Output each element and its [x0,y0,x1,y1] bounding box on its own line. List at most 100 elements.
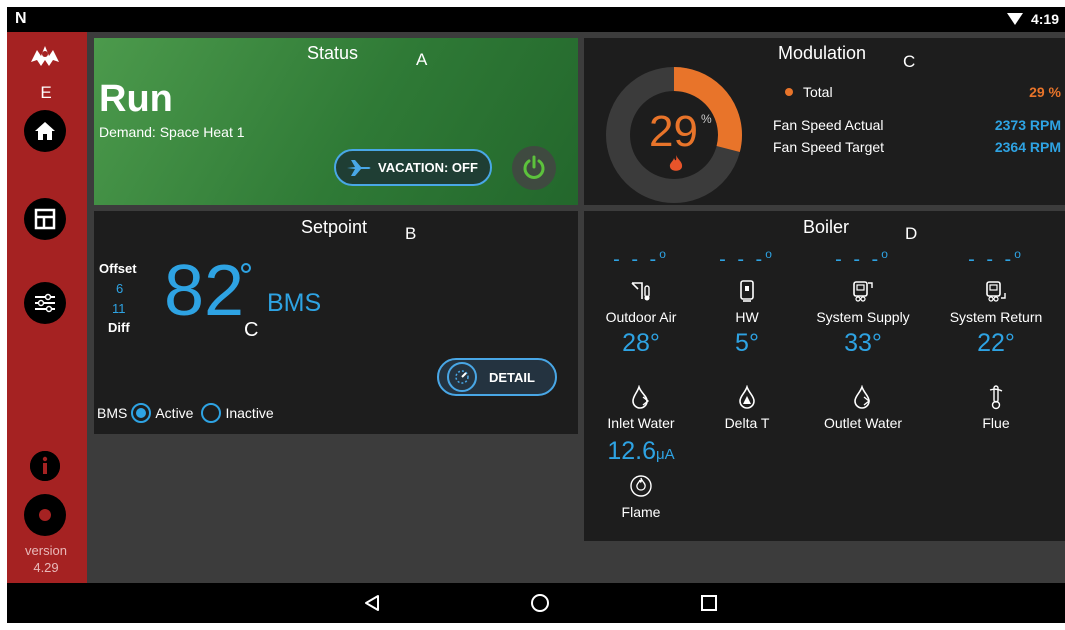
hw-label: HW [735,309,759,325]
dashboard-icon [34,208,56,230]
delta-t-sensor[interactable]: Delta T [687,377,807,431]
flame-sensor[interactable]: 12.6μA Flame [581,437,701,520]
demand-text: Demand: Space Heat 1 [99,124,245,140]
bms-inactive-label: Inactive [225,405,274,421]
boiler-panel: Boiler D - - -o Outdoor Air 28° - - -o H… [584,211,1065,541]
bms-active-radio[interactable] [131,403,152,423]
total-row: Total 29 % [773,84,1061,100]
wifi-icon [1007,13,1023,25]
offset-label: Offset [99,261,137,276]
version-label: version [25,543,67,558]
modulation-unit: % [701,112,712,126]
panel-letter-d: D [905,224,918,243]
flame-unit: μA [656,446,675,463]
run-state: Run [99,78,173,120]
home-circle-icon [531,594,549,612]
offset-value: 6 [116,281,124,296]
outdoor-air-placeholder: - - - [613,248,660,271]
bms-radio-group: BMS Active Inactive [97,403,274,423]
flue-label: Flue [982,415,1010,431]
bms-active-label: Active [155,405,194,421]
settings-sliders-button[interactable] [24,282,66,324]
delta-t-label: Delta T [724,415,770,431]
version-number: 4.29 [33,560,59,575]
back-icon [365,595,379,611]
fan-actual-value: 2373 RPM [994,117,1061,133]
brand-logo-icon [31,46,59,66]
android-status-bar: N 4:19 [7,7,1065,32]
hot-water-tank-icon [740,280,754,302]
system-return-sensor[interactable]: - - -o System Return 22° [936,247,1056,358]
hw-sensor[interactable]: - - -o HW 5° [687,247,807,358]
diff-label: Diff [108,320,130,335]
system-return-icon [986,281,1006,302]
back-button[interactable] [362,593,382,613]
info-button[interactable] [30,451,60,481]
inlet-water-sensor[interactable]: Inlet Water [581,377,701,431]
home-button[interactable] [24,110,66,152]
sidebar-e-label: E [40,83,52,102]
modulation-title: Modulation [778,43,867,63]
recents-button[interactable] [699,593,719,613]
degree-symbol [241,263,251,273]
system-supply-label: System Supply [816,309,910,325]
bms-inactive-radio[interactable] [201,403,222,423]
clock-time: 4:19 [1030,11,1059,27]
outlet-water-sensor[interactable]: Outlet Water [803,377,923,431]
modulation-value: 29 [649,107,698,156]
vacation-label: VACATION: OFF [378,160,478,175]
setpoint-unit: C [244,319,259,341]
n-logo-icon: N [15,10,27,27]
status-title: Status [307,43,359,63]
system-supply-placeholder: - - - [835,248,882,271]
panel-letter-c: C [903,52,916,71]
android-nav-bar [7,583,1065,623]
power-icon [523,155,545,179]
fan-target-row: Fan Speed Target 2364 RPM [773,139,1061,155]
gear-icon [25,495,65,535]
total-legend-dot [785,88,793,96]
detail-button[interactable]: DETAIL [437,358,557,396]
settings-button[interactable] [24,494,66,536]
detail-label: DETAIL [489,369,535,385]
system-return-label: System Return [949,309,1043,325]
outdoor-air-label: Outdoor Air [605,309,677,325]
inlet-water-label: Inlet Water [607,415,675,431]
vacation-toggle-button[interactable]: VACATION: OFF [334,149,492,186]
hw-placeholder: - - - [719,248,766,271]
outlet-water-label: Outlet Water [823,415,903,431]
delta-t-icon [739,385,755,409]
system-supply-sensor[interactable]: - - -o System Supply 33° [803,247,923,358]
system-return-value: 22° [977,329,1015,357]
dashboard-button[interactable] [24,198,66,240]
total-label: Total [803,84,833,100]
recents-icon [701,595,717,611]
tablet-screen: N 4:19 E version 4.29 Status A Run Deman… [7,7,1065,623]
outdoor-air-sensor[interactable]: - - -o Outdoor Air 28° [581,247,701,358]
setpoint-value[interactable]: 82 [164,251,244,331]
setpoint-mode: BMS [267,289,322,317]
fan-target-value: 2364 RPM [994,139,1061,155]
system-supply-icon [853,281,873,302]
diff-value: 11 [112,301,126,316]
boiler-title: Boiler [803,217,850,237]
panel-letter-b: B [405,224,417,243]
home-icon [35,122,55,140]
fan-actual-label: Fan Speed Actual [773,117,884,133]
bms-label: BMS [97,405,128,421]
setpoint-panel: Setpoint B Offset 6 11 Diff 82 C BMS DET… [94,211,578,434]
flame-icon [669,155,683,171]
detail-dial-icon [447,362,477,392]
setpoint-title: Setpoint [301,217,368,237]
outdoor-air-value: 28° [622,329,660,357]
outdoor-air-icon [631,282,650,301]
sidebar: E version 4.29 [7,32,87,583]
flame-label: Flame [621,504,661,520]
home-nav-button[interactable] [530,593,550,613]
settings-sliders-icon [35,293,55,313]
flame-value: 12.6 [607,437,656,465]
inlet-water-icon [632,385,650,409]
flue-sensor[interactable]: Flue [936,377,1056,431]
power-button[interactable] [512,146,556,190]
panel-letter-a: A [416,50,428,69]
